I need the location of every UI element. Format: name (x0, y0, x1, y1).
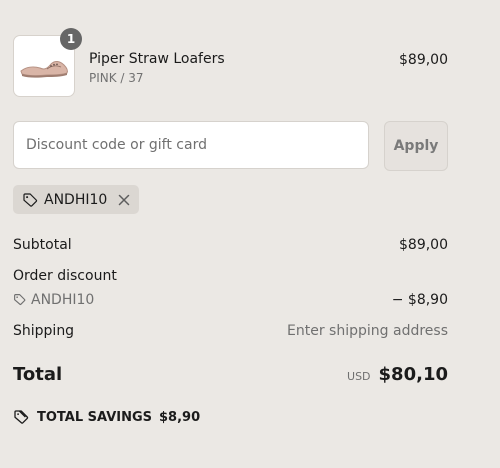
shoe-image (20, 61, 68, 78)
total-savings-label: TOTAL SAVINGS (37, 409, 153, 425)
quantity-badge: 1 (60, 28, 82, 50)
applied-discount-chip: ANDHI10 (13, 185, 140, 214)
shipping-row: Shipping Enter shipping address (13, 320, 448, 341)
product-price: $89,00 (399, 52, 448, 68)
remove-discount-button[interactable] (117, 193, 131, 207)
order-discount-code-group: ANDHI10 (13, 292, 94, 308)
total-savings: TOTAL SAVINGS $8,90 (13, 409, 448, 425)
order-summary: 1 Piper Straw Loafers PINK / 37 $89,00 A… (13, 28, 448, 425)
order-discount-label: Order discount (13, 267, 117, 284)
total-amount: USD $80,10 (347, 364, 448, 385)
currency-code: USD (347, 370, 371, 383)
subtotal-label: Subtotal (13, 236, 72, 253)
subtotal-row: Subtotal $89,00 (13, 234, 448, 255)
close-icon (119, 194, 130, 205)
product-thumbnail-wrapper: 1 (13, 28, 82, 97)
order-discount-detail-row: ANDHI10 − $8,90 (13, 289, 448, 310)
tag-icon (23, 192, 38, 207)
total-label: Total (13, 364, 63, 385)
product-info: Piper Straw Loafers PINK / 37 (89, 51, 225, 85)
order-discount-code: ANDHI10 (31, 291, 95, 308)
total-savings-amount: $8,90 (159, 409, 201, 425)
total-value: $80,10 (378, 364, 448, 385)
tag-icon (14, 410, 29, 424)
product-title: Piper Straw Loafers (89, 51, 225, 67)
order-discount-value: − $8,90 (391, 291, 448, 308)
shipping-label: Shipping (13, 322, 75, 339)
discount-form: Apply (13, 121, 448, 171)
apply-discount-button[interactable]: Apply (384, 121, 448, 171)
product-variant: PINK / 37 (89, 71, 144, 85)
applied-discount-code: ANDHI10 (44, 191, 108, 208)
line-item: 1 Piper Straw Loafers PINK / 37 $89,00 (13, 28, 448, 98)
subtotal-value: $89,00 (399, 236, 448, 253)
tag-icon (14, 294, 26, 306)
total-row: Total USD $80,10 (13, 364, 448, 385)
discount-code-input[interactable] (13, 121, 369, 169)
cost-breakdown: Subtotal $89,00 Order discount ANDHI10 −… (13, 234, 448, 425)
shipping-value: Enter shipping address (287, 322, 448, 339)
order-discount-row: Order discount (13, 265, 448, 286)
